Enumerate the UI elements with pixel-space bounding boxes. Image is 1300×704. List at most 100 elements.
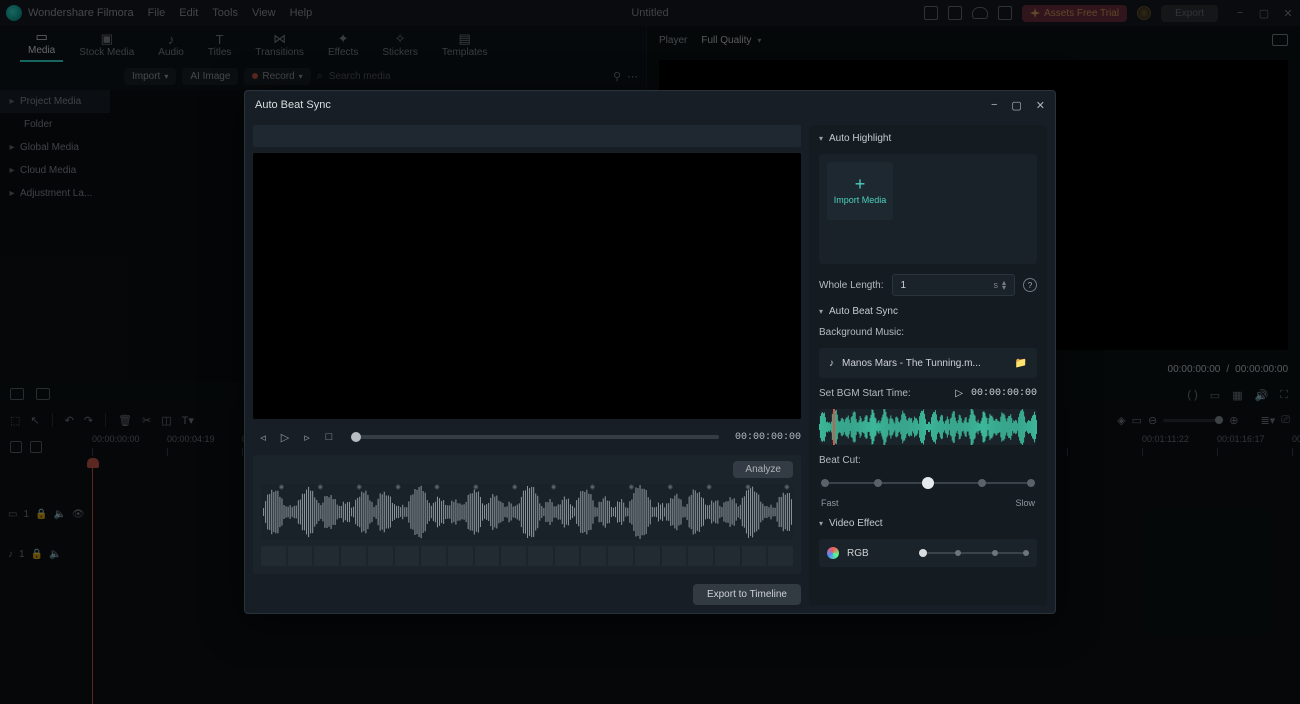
zoom-out-icon[interactable]: ⊖ (1148, 414, 1157, 427)
window-minimize-icon[interactable]: − (1234, 7, 1246, 20)
menu-tools[interactable]: Tools (212, 7, 238, 19)
more-icon[interactable]: ⋯ (627, 70, 638, 83)
tab-audio[interactable]: ♪Audio (150, 30, 192, 62)
modal-waveform-large[interactable] (261, 484, 793, 540)
stepper-icon[interactable]: ▴▾ (1002, 280, 1006, 290)
track-view-icon[interactable]: ≣▾ (1260, 414, 1275, 427)
track-lock-icon[interactable]: 🔒 (35, 509, 47, 520)
modal-stop-icon[interactable]: □ (323, 431, 335, 443)
mixer-icon[interactable]: ⎚ (1281, 414, 1290, 427)
modal-play-icon[interactable]: ▷ (279, 431, 291, 444)
track-lock-icon[interactable]: 🔒 (31, 549, 43, 560)
sidebar-folder[interactable]: Folder (0, 113, 110, 136)
bgm-waveform[interactable] (819, 409, 1037, 445)
bgm-play-icon[interactable]: ▷ (955, 388, 963, 399)
help-icon[interactable]: ? (1023, 278, 1037, 292)
delete-icon[interactable]: 🗑 (118, 414, 132, 427)
zoom-in-icon[interactable]: ⊕ (1229, 414, 1238, 427)
export-to-timeline-button[interactable]: Export to Timeline (693, 584, 801, 605)
effect-intensity-slider[interactable] (919, 552, 1029, 554)
window-maximize-icon[interactable]: ▢ (1258, 7, 1270, 20)
filter-icon[interactable]: ⚲ (613, 70, 621, 83)
tab-stock-media[interactable]: ▣Stock Media (71, 30, 142, 62)
browse-folder-icon[interactable]: 📁 (1015, 358, 1027, 369)
track-mute-icon[interactable]: 🔈 (49, 549, 61, 560)
tab-media[interactable]: ▭Media (20, 28, 63, 62)
zoom-slider[interactable] (1163, 419, 1223, 422)
save-icon[interactable] (948, 6, 962, 20)
import-media-tile[interactable]: + Import Media (827, 162, 893, 220)
video-effect-row[interactable]: RGB (819, 539, 1037, 567)
player-quality-dropdown[interactable]: Full Quality (701, 35, 761, 46)
ai-image-button[interactable]: AI Image (182, 68, 238, 85)
marker-icon[interactable]: ◈ (1117, 414, 1125, 427)
bgm-waveform-cursor[interactable] (833, 409, 835, 445)
ruler-icon-1[interactable] (10, 441, 22, 453)
account-icon[interactable] (1137, 6, 1151, 20)
menu-view[interactable]: View (252, 7, 276, 19)
modal-maximize-icon[interactable]: ▢ (1011, 99, 1021, 112)
modal-seek-bar[interactable] (351, 435, 719, 439)
search-media-input[interactable] (329, 71, 449, 82)
cut-icon[interactable]: ✂ (142, 414, 151, 427)
beat-cut-knob[interactable] (922, 477, 934, 489)
tab-effects[interactable]: ✦Effects (320, 30, 366, 62)
section-video-effect[interactable]: Video Effect (819, 518, 1037, 529)
export-button[interactable]: Export (1161, 5, 1218, 22)
picture-icon[interactable]: ▭ (1132, 414, 1142, 427)
section-auto-highlight[interactable]: Auto Highlight (819, 133, 1037, 144)
bgm-start-timecode[interactable]: 00:00:00:00 (971, 388, 1037, 399)
menu-edit[interactable]: Edit (179, 7, 198, 19)
video-track-icon: ▭ (8, 509, 17, 520)
track-visible-icon[interactable]: 👁 (72, 509, 85, 520)
pointer-tool-icon[interactable]: ⬚ (10, 414, 20, 427)
grid-icon[interactable] (998, 6, 1012, 20)
cloud-icon[interactable] (972, 7, 988, 19)
snapshot-icon[interactable] (1272, 34, 1288, 46)
text-icon[interactable]: T▾ (182, 414, 194, 427)
player-fullscreen-icon[interactable]: ⛶ (1280, 389, 1288, 402)
modal-minimize-icon[interactable]: − (991, 99, 997, 112)
tab-stickers[interactable]: ✧Stickers (374, 30, 426, 62)
assets-trial-button[interactable]: Assets Free Trial (1022, 5, 1127, 22)
new-bin-icon[interactable] (10, 388, 24, 400)
player-volume-icon[interactable]: 🔊 (1255, 389, 1269, 402)
menu-help[interactable]: Help (290, 7, 313, 19)
sidebar-adjustment-layer[interactable]: ▸Adjustment La... (0, 182, 110, 205)
modal-prev-frame-icon[interactable]: ◃ (257, 431, 269, 444)
menu-file[interactable]: File (148, 7, 166, 19)
tab-transitions[interactable]: ⋈Transitions (247, 30, 312, 62)
modal-title: Auto Beat Sync (255, 99, 331, 111)
ruler-icon-2[interactable] (30, 441, 42, 453)
bgm-file-row[interactable]: ♪ Manos Mars - The Tunning.m... 📁 (819, 348, 1037, 378)
redo-icon[interactable]: ↷ (84, 414, 93, 427)
crop-icon[interactable]: ◫ (161, 414, 171, 427)
record-dropdown[interactable]: Record▾ (244, 68, 310, 85)
layout-icon[interactable] (924, 6, 938, 20)
selection-tool-icon[interactable]: ↖ (30, 414, 39, 427)
audio-track-header[interactable]: ♪1 🔒 🔈 (0, 540, 92, 568)
sidebar-global-media[interactable]: ▸Global Media (0, 136, 110, 159)
analyze-button[interactable]: Analyze (733, 461, 793, 478)
sidebar-project-media[interactable]: ▸Project Media (0, 90, 110, 113)
tab-templates[interactable]: ▤Templates (434, 30, 496, 62)
player-crop-icon[interactable]: ( ) (1187, 389, 1197, 401)
playhead[interactable] (92, 460, 94, 704)
import-dropdown[interactable]: Import▾ (124, 68, 176, 85)
whole-length-input[interactable]: 1 s ▴▾ (892, 274, 1016, 296)
sidebar-cloud-media[interactable]: ▸Cloud Media (0, 159, 110, 182)
bgm-start-label: Set BGM Start Time: (819, 388, 911, 399)
player-grid-icon[interactable]: ▦ (1232, 389, 1242, 402)
track-mute-icon[interactable]: 🔈 (53, 509, 65, 520)
modal-close-icon[interactable]: ✕ (1036, 99, 1045, 112)
window-close-icon[interactable]: ✕ (1282, 7, 1294, 20)
modal-next-frame-icon[interactable]: ▹ (301, 431, 313, 444)
video-track-header[interactable]: ▭1 🔒 🔈 👁 (0, 500, 92, 528)
new-folder-icon[interactable] (36, 388, 50, 400)
section-auto-beat-sync[interactable]: Auto Beat Sync (819, 306, 1037, 317)
tab-titles[interactable]: TTitles (200, 30, 240, 62)
beat-cut-slider[interactable] (819, 476, 1037, 490)
player-monitor-icon[interactable]: ▭ (1210, 389, 1220, 402)
undo-icon[interactable]: ↶ (65, 414, 74, 427)
media-toolbar: Import▾ AI Image Record▾ ⌕ ⚲ ⋯ (0, 62, 646, 90)
